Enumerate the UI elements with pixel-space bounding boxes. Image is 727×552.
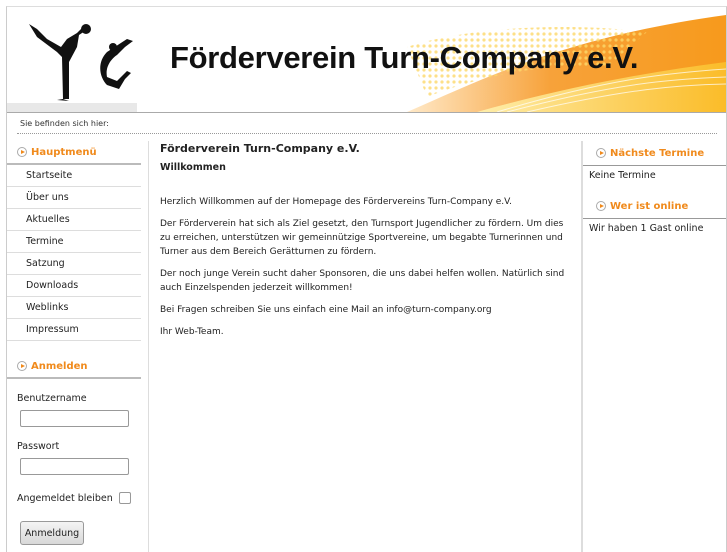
article-paragraph: Herzlich Willkommen auf der Homepage des…: [160, 197, 513, 207]
main-menu-title: Hauptmenü: [7, 141, 141, 165]
left-column-divider: [148, 141, 149, 552]
remember-me-label: Angemeldet bleiben: [17, 492, 113, 504]
main-menu: Startseite Über uns Aktuelles Termine Sa…: [7, 165, 141, 341]
login-module: Anmelden Benutzername Passwort Angemelde…: [7, 355, 141, 545]
article-subtitle: Willkommen: [160, 162, 226, 173]
username-input[interactable]: [20, 410, 129, 427]
page: Förderverein Turn-Company e.V. Sie befin…: [6, 6, 727, 552]
arrow-right-icon: [17, 361, 27, 371]
login-title-label: Anmelden: [31, 360, 88, 372]
arrow-right-icon: [596, 148, 606, 158]
arrow-right-icon: [596, 201, 606, 211]
main-menu-title-label: Hauptmenü: [31, 146, 97, 158]
online-title: Wer ist online: [583, 194, 726, 219]
menu-item-satzung[interactable]: Satzung: [7, 253, 141, 275]
remember-me-row: Angemeldet bleiben: [7, 492, 141, 504]
login-title: Anmelden: [7, 355, 141, 379]
article-paragraph: Ihr Web-Team.: [160, 327, 224, 337]
breadcrumb: Sie befinden sich hier:: [20, 119, 109, 128]
menu-item-ueber-uns[interactable]: Über uns: [7, 187, 141, 209]
menu-item-startseite[interactable]: Startseite: [7, 165, 141, 187]
events-title-label: Nächste Termine: [610, 147, 705, 159]
site-header: Förderverein Turn-Company e.V.: [7, 7, 726, 113]
left-sidebar: Hauptmenü Startseite Über uns Aktuelles …: [7, 141, 141, 545]
breadcrumb-divider: [17, 133, 717, 134]
online-title-label: Wer ist online: [610, 200, 689, 212]
site-title: Förderverein Turn-Company e.V.: [170, 40, 639, 75]
article-title: Förderverein Turn-Company e.V.: [160, 142, 360, 155]
menu-item-termine[interactable]: Termine: [7, 231, 141, 253]
remember-me-checkbox[interactable]: [118, 492, 131, 504]
online-content: Wir haben 1 Gast online: [589, 223, 704, 234]
password-label: Passwort: [17, 441, 60, 452]
menu-item-downloads[interactable]: Downloads: [7, 275, 141, 297]
menu-item-impressum[interactable]: Impressum: [7, 319, 141, 341]
main-content: Förderverein Turn-Company e.V. Willkomme…: [160, 142, 570, 339]
username-label: Benutzername: [17, 393, 87, 404]
menu-item-weblinks[interactable]: Weblinks: [7, 297, 141, 319]
article-paragraph: Bei Fragen schreiben Sie uns einfach ein…: [160, 305, 492, 315]
password-input[interactable]: [20, 458, 129, 475]
events-title: Nächste Termine: [583, 141, 726, 166]
login-button[interactable]: Anmeldung: [20, 521, 84, 545]
article-paragraph: Der noch junge Verein sucht daher Sponso…: [160, 269, 565, 293]
right-sidebar: Nächste Termine Keine Termine Wer ist on…: [583, 141, 726, 247]
events-content: Keine Termine: [589, 170, 656, 181]
arrow-right-icon: [17, 147, 27, 157]
article-paragraph: Der Förderverein hat sich als Ziel geset…: [160, 219, 564, 257]
menu-item-aktuelles[interactable]: Aktuelles: [7, 209, 141, 231]
